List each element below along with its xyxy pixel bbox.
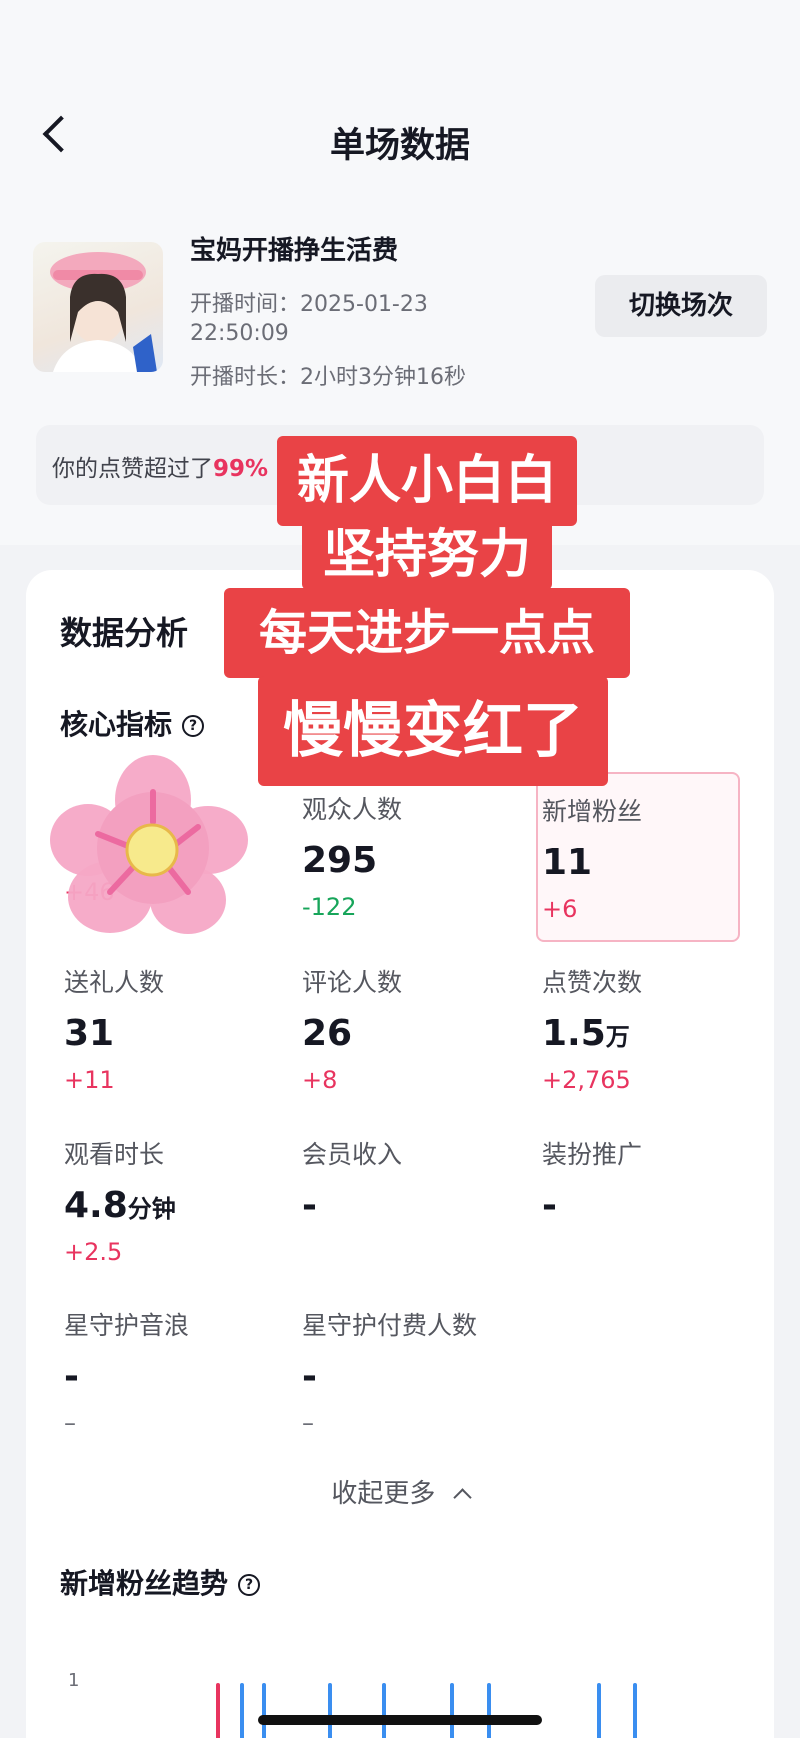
metric-change: +2.5 <box>64 1238 123 1266</box>
start-time-value: 22:50:09 <box>190 321 289 346</box>
metric-change: +8 <box>302 1066 338 1094</box>
duration-label: 开播时长： <box>190 365 301 390</box>
avatar-portrait-icon <box>50 252 157 372</box>
chart-spike <box>240 1683 244 1738</box>
metric-label: 星守护付费人数 <box>302 1311 478 1340</box>
chart-spike <box>633 1683 637 1738</box>
collapse-more-button[interactable]: 收起更多 <box>0 1473 800 1510</box>
chart-spike <box>328 1683 332 1738</box>
metric-star-guard-waves[interactable]: 星守护音浪 - – <box>64 1306 264 1437</box>
metric-value: 295 <box>302 840 378 881</box>
metric-change: – <box>64 1409 76 1437</box>
metric-value: 31 <box>64 1013 115 1054</box>
chart-spike <box>216 1683 220 1738</box>
metric-value: - <box>302 1185 317 1226</box>
core-metrics-title: 核心指标? <box>60 703 205 743</box>
likes-percent: 99% <box>213 456 269 482</box>
metric-label: 观众人数 <box>302 795 403 824</box>
metric-value: 11 <box>542 842 593 883</box>
metric-unit: 分钟 <box>127 1195 176 1223</box>
metric-change: +6 <box>542 895 578 923</box>
duration-value: 2小时3分钟16秒 <box>300 365 467 390</box>
metric-value: - <box>542 1185 557 1226</box>
metric-label: 点赞次数 <box>542 968 643 997</box>
overlay-caption-line: 坚持努力 <box>302 520 552 590</box>
metric-star-guard-payers[interactable]: 星守护付费人数 - – <box>302 1306 562 1437</box>
metric-value: 26 <box>302 1013 353 1054</box>
overlay-caption-line: 慢慢变红了 <box>258 676 608 786</box>
core-metrics-label: 核心指标 <box>60 708 173 741</box>
fans-trend-label: 新增粉丝趋势 <box>60 1567 229 1600</box>
metric-label: 会员收入 <box>302 1140 403 1169</box>
metric-label: 观看时长 <box>64 1140 165 1169</box>
metric-watch-time[interactable]: 观看时长 4.8分钟 +2.5 <box>64 1135 264 1266</box>
home-indicator <box>258 1715 542 1725</box>
start-date-value: 2025-01-23 <box>300 292 428 317</box>
chart-spike <box>487 1683 491 1738</box>
metric-label: 送礼人数 <box>64 968 165 997</box>
overlay-caption-line: 每天进步一点点 <box>224 588 630 678</box>
stream-title: 宝妈开播挣生活费 <box>190 236 399 266</box>
metric-likes[interactable]: 点赞次数 1.5万 +2,765 <box>542 963 742 1094</box>
help-icon[interactable]: ? <box>238 1574 261 1596</box>
metric-value: 1.5 <box>542 1013 606 1054</box>
chart-y-tick: 1 <box>68 1670 80 1691</box>
switch-session-button[interactable]: 切换场次 <box>595 275 767 337</box>
metric-gift-givers[interactable]: 送礼人数 31 +11 <box>64 963 264 1094</box>
chart-spike <box>262 1683 266 1738</box>
analysis-title: 数据分析 <box>60 614 189 652</box>
metric-member-income[interactable]: 会员收入 - <box>302 1135 502 1226</box>
avatar <box>33 242 163 372</box>
metric-value-wrap: 1.5万 <box>542 1013 742 1054</box>
help-icon[interactable]: ? <box>182 715 205 737</box>
chart-spike <box>450 1683 454 1738</box>
metric-viewers[interactable]: 观众人数 295 -122 <box>302 790 502 921</box>
metric-label: 新增粉丝 <box>542 797 643 826</box>
metric-new-fans[interactable]: 新增粉丝 11 +6 <box>542 792 742 923</box>
metric-unit: 万 <box>605 1023 630 1051</box>
metric-value: - <box>64 1356 79 1397</box>
likes-banner-text: 你的点赞超过了99% <box>52 449 268 483</box>
metric-change: -122 <box>302 893 357 921</box>
start-time-line: 开播时间：2025-01-23 <box>190 286 428 318</box>
chevron-up-icon <box>452 1488 472 1507</box>
metric-commenters[interactable]: 评论人数 26 +8 <box>302 963 502 1094</box>
metric-label: 星守护音浪 <box>64 1311 190 1340</box>
metric-change: +2,765 <box>542 1066 631 1094</box>
metric-change: +11 <box>64 1066 115 1094</box>
nav-bar: 单场数据 <box>0 95 800 185</box>
flower-sticker-icon <box>50 755 248 934</box>
start-time-label: 开播时间： <box>190 292 301 317</box>
overlay-caption-line: 新人小白白 <box>277 436 577 526</box>
page-title: 单场数据 <box>329 126 470 166</box>
chart-spike <box>597 1683 601 1738</box>
metric-value-wrap: 4.8分钟 <box>64 1185 264 1226</box>
duration-line: 开播时长：2小时3分钟16秒 <box>190 359 466 391</box>
collapse-more-label: 收起更多 <box>331 1479 436 1509</box>
metric-label: 评论人数 <box>302 968 403 997</box>
metric-value: - <box>302 1356 317 1397</box>
likes-banner-prefix: 你的点赞超过了 <box>52 456 213 482</box>
metric-label: 装扮推广 <box>542 1140 643 1169</box>
chart-spike <box>382 1683 386 1738</box>
fans-trend-title: 新增粉丝趋势? <box>60 1562 261 1602</box>
metric-value: 4.8 <box>64 1185 128 1226</box>
metric-decor-promo[interactable]: 装扮推广 - <box>542 1135 742 1226</box>
metric-change: – <box>302 1409 314 1437</box>
